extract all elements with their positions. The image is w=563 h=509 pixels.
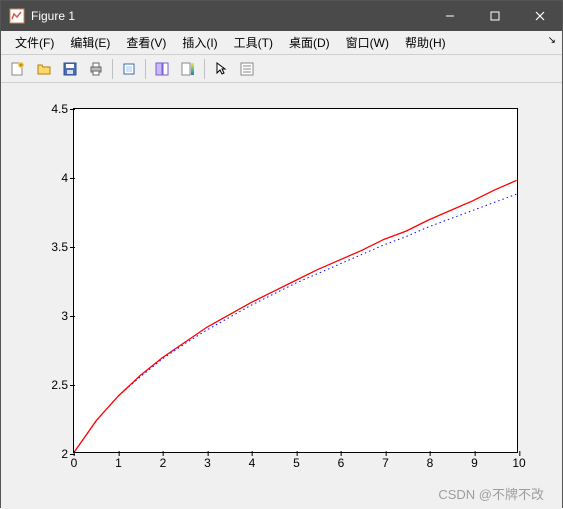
y-tick-label: 4 [61,171,74,185]
titlebar: Figure 1 [1,1,562,31]
x-tick-label: 1 [115,452,122,470]
link-plot-button[interactable] [150,57,174,81]
axes[interactable]: 22.533.544.5 012345678910 [73,108,518,453]
menu-insert[interactable]: 插入(I) [174,32,225,53]
save-button[interactable] [58,57,82,81]
x-tick-label: 10 [512,452,525,470]
toolbar-separator [145,59,146,79]
pointer-button[interactable] [209,57,233,81]
x-tick-label: 5 [293,452,300,470]
app-icon [9,8,25,24]
x-tick-label: 6 [338,452,345,470]
menu-view[interactable]: 查看(V) [118,32,174,53]
y-tick-label: 3 [61,309,74,323]
x-tick-label: 2 [160,452,167,470]
figure-canvas[interactable]: 22.533.544.5 012345678910 CSDN @不牌不改 [1,83,562,509]
menu-help[interactable]: 帮助(H) [397,32,454,53]
menubar-overflow-icon[interactable]: ↘ [548,35,556,46]
open-button[interactable] [32,57,56,81]
window-title: Figure 1 [31,9,427,23]
minimize-button[interactable] [427,1,472,31]
toolbar [1,55,562,83]
insert-colorbar-button[interactable] [176,57,200,81]
toolbar-separator [112,59,113,79]
x-tick-label: 8 [427,452,434,470]
plot-lines [74,109,517,452]
new-figure-button[interactable] [6,57,30,81]
menu-tools[interactable]: 工具(T) [226,32,281,53]
menu-window[interactable]: 窗口(W) [338,32,397,53]
properties-button[interactable] [235,57,259,81]
y-tick-label: 2.5 [51,378,74,392]
menu-desktop[interactable]: 桌面(D) [281,32,338,53]
maximize-button[interactable] [472,1,517,31]
x-tick-label: 9 [471,452,478,470]
copy-figure-button[interactable] [117,57,141,81]
menubar: 文件(F) 编辑(E) 查看(V) 插入(I) 工具(T) 桌面(D) 窗口(W… [1,31,562,55]
toolbar-separator [204,59,205,79]
menu-file[interactable]: 文件(F) [7,32,62,53]
x-tick-label: 3 [204,452,211,470]
series-series1 [74,194,516,452]
print-button[interactable] [84,57,108,81]
watermark-text: CSDN @不牌不改 [438,484,544,503]
menu-edit[interactable]: 编辑(E) [62,32,118,53]
x-tick-label: 0 [71,452,78,470]
x-tick-label: 7 [382,452,389,470]
y-tick-label: 4.5 [51,102,74,116]
close-button[interactable] [517,1,562,31]
series-series2 [74,180,516,452]
y-tick-label: 3.5 [51,240,74,254]
x-tick-label: 4 [249,452,256,470]
